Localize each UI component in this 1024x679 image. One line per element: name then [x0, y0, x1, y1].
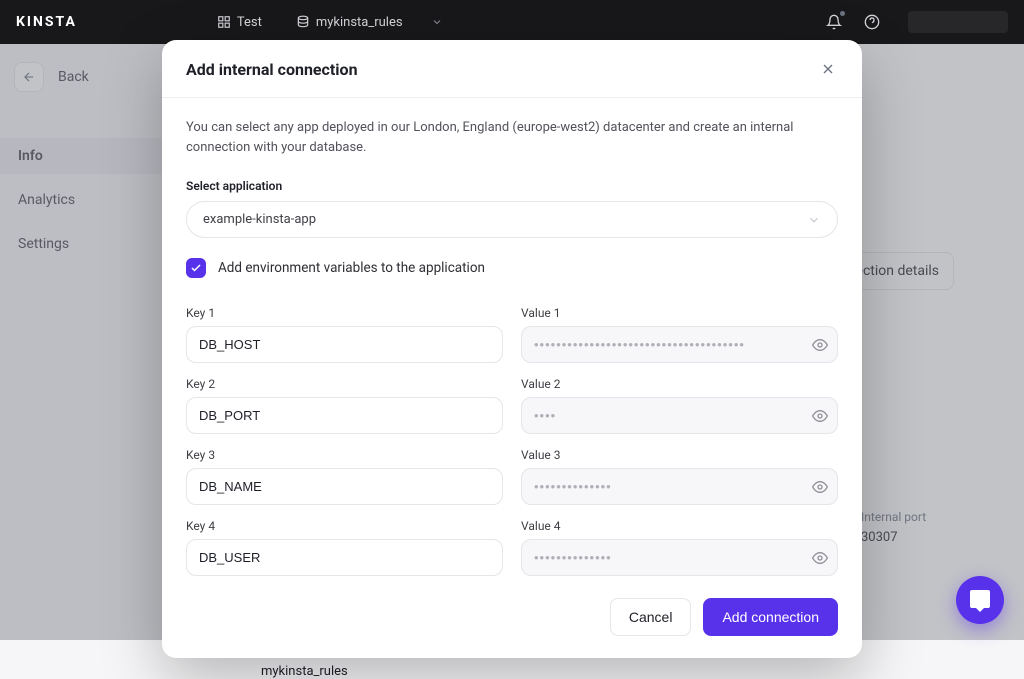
- add-connection-button[interactable]: Add connection: [703, 598, 838, 636]
- env-vars-grid: Key 1 Value 1 Key 2 Value 2 Key 3 Value …: [186, 298, 838, 576]
- bell-icon[interactable]: [826, 14, 842, 30]
- eye-icon[interactable]: [812, 408, 828, 424]
- topbar: KINSTA Test mykinsta_rules: [0, 0, 1024, 44]
- select-application-value: example-kinsta-app: [203, 212, 316, 227]
- value-input-2[interactable]: [521, 397, 838, 434]
- value-label: Value 2: [521, 377, 838, 391]
- account-menu[interactable]: [908, 11, 1008, 33]
- value-input-1[interactable]: [521, 326, 838, 363]
- grid-icon: [217, 15, 231, 29]
- key-label: Key 3: [186, 448, 503, 462]
- chevron-down-icon: [807, 213, 821, 227]
- key-input-4[interactable]: [186, 539, 503, 576]
- modal-description: You can select any app deployed in our L…: [186, 118, 838, 157]
- logo: KINSTA: [16, 14, 77, 30]
- help-icon[interactable]: [864, 14, 880, 30]
- value-label: Value 1: [521, 306, 838, 320]
- key-input-1[interactable]: [186, 326, 503, 363]
- select-application-dropdown[interactable]: example-kinsta-app: [186, 201, 838, 238]
- cancel-button[interactable]: Cancel: [610, 598, 692, 636]
- value-input-3[interactable]: [521, 468, 838, 505]
- key-label: Key 2: [186, 377, 503, 391]
- value-input-4[interactable]: [521, 539, 838, 576]
- key-label: Key 4: [186, 519, 503, 533]
- add-env-vars-label: Add environment variables to the applica…: [218, 260, 485, 276]
- value-label: Value 4: [521, 519, 838, 533]
- eye-icon[interactable]: [812, 479, 828, 495]
- key-label: Key 1: [186, 306, 503, 320]
- key-input-3[interactable]: [186, 468, 503, 505]
- key-input-2[interactable]: [186, 397, 503, 434]
- eye-icon[interactable]: [812, 550, 828, 566]
- add-env-vars-checkbox[interactable]: [186, 258, 206, 278]
- db-icon: [296, 15, 310, 29]
- breadcrumb: Test mykinsta_rules: [217, 15, 443, 30]
- eye-icon[interactable]: [812, 337, 828, 353]
- add-internal-connection-modal: Add internal connection You can select a…: [162, 40, 862, 658]
- db-name-value: mykinsta_rules: [261, 664, 348, 679]
- modal-title: Add internal connection: [186, 60, 358, 79]
- intercom-launcher[interactable]: [956, 576, 1004, 624]
- close-icon[interactable]: [820, 61, 838, 79]
- select-application-label: Select application: [186, 179, 838, 193]
- crumb-db[interactable]: mykinsta_rules: [316, 15, 403, 30]
- value-label: Value 3: [521, 448, 838, 462]
- chevron-down-icon[interactable]: [431, 16, 443, 28]
- crumb-company[interactable]: Test: [237, 15, 262, 30]
